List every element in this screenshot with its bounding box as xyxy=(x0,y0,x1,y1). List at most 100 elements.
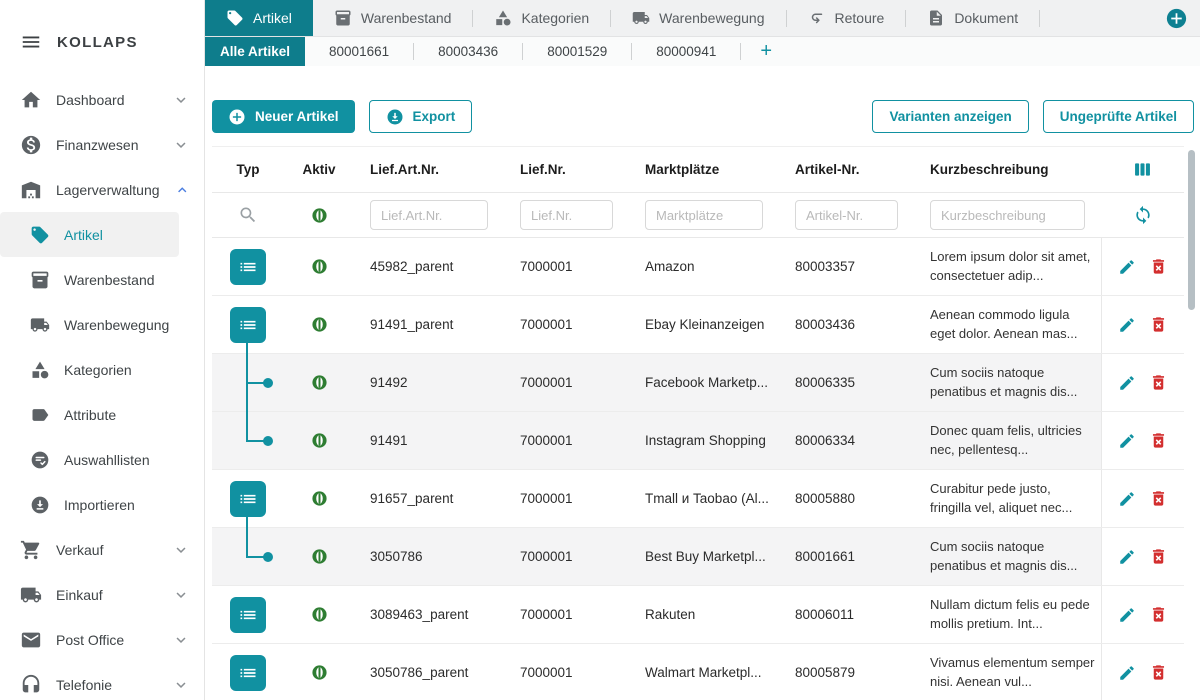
tab-warenbestand[interactable]: Warenbestand xyxy=(313,0,473,36)
article-tab-80001661[interactable]: 80001661 xyxy=(305,37,413,66)
aktiv-status-icon[interactable] xyxy=(311,606,328,623)
filter-input-lief-art-nr[interactable] xyxy=(370,200,488,230)
edit-button[interactable] xyxy=(1118,316,1136,334)
aktiv-status-icon[interactable] xyxy=(311,664,328,681)
column-header-actions xyxy=(1101,159,1184,180)
aktiv-status-icon[interactable] xyxy=(311,316,328,333)
unchecked-articles-button[interactable]: Ungeprüfte Artikel xyxy=(1043,100,1194,133)
article-tab-80001529[interactable]: 80001529 xyxy=(523,37,631,66)
article-tab-alle-artikel[interactable]: Alle Artikel xyxy=(205,37,305,66)
refresh-icon[interactable] xyxy=(1133,205,1153,225)
tree-node-dot xyxy=(263,436,273,446)
add-tab-button[interactable] xyxy=(1166,8,1187,29)
tree-node-dot xyxy=(263,378,273,388)
warehouse-icon xyxy=(20,179,42,201)
delete-button[interactable] xyxy=(1149,605,1168,624)
edit-button[interactable] xyxy=(1118,606,1136,624)
column-header-typ: Typ xyxy=(212,162,284,177)
row-artikel-nr: 80003357 xyxy=(779,259,914,274)
row-type-button[interactable] xyxy=(230,307,266,343)
sidebar-item-warenbestand[interactable]: Warenbestand xyxy=(0,257,204,302)
edit-button[interactable] xyxy=(1118,548,1136,566)
sidebar-item-telefonie[interactable]: Telefonie xyxy=(0,662,204,700)
add-article-tab-button[interactable]: + xyxy=(741,37,791,66)
aktiv-status-icon[interactable] xyxy=(311,548,328,565)
delete-button[interactable] xyxy=(1149,431,1168,450)
aktiv-status-icon[interactable] xyxy=(311,490,328,507)
filter-input-kurzbeschreibung[interactable] xyxy=(930,200,1085,230)
delete-button[interactable] xyxy=(1149,257,1168,276)
edit-button[interactable] xyxy=(1118,664,1136,682)
column-header-marktpl-tze: Marktplätze xyxy=(629,162,779,177)
edit-button[interactable] xyxy=(1118,374,1136,392)
tab-warenbewegung[interactable]: Warenbewegung xyxy=(611,0,785,36)
sidebar-item-einkauf[interactable]: Einkauf xyxy=(0,572,204,617)
sidebar-item-dashboard[interactable]: Dashboard xyxy=(0,77,204,122)
sidebar-item-importieren[interactable]: Importieren xyxy=(0,482,204,527)
show-variants-button[interactable]: Varianten anzeigen xyxy=(872,100,1028,133)
menu-icon[interactable] xyxy=(20,31,42,53)
edit-button[interactable] xyxy=(1118,258,1136,276)
new-article-button[interactable]: Neuer Artikel xyxy=(212,100,355,133)
aktiv-status-icon[interactable] xyxy=(311,374,328,391)
row-kurzbeschreibung: Lorem ipsum dolor sit amet, consectetuer… xyxy=(914,248,1101,284)
tab-retoure[interactable]: Retoure xyxy=(787,0,906,36)
tab-artikel[interactable]: Artikel xyxy=(205,0,313,36)
sidebar-item-finanzwesen[interactable]: Finanzwesen xyxy=(0,122,204,167)
delete-button[interactable] xyxy=(1149,547,1168,566)
table-filter-row xyxy=(212,193,1184,238)
delete-button[interactable] xyxy=(1149,489,1168,508)
export-button[interactable]: Export xyxy=(369,100,473,133)
sidebar-item-lagerverwaltung[interactable]: Lagerverwaltung xyxy=(0,167,204,212)
row-type-button[interactable] xyxy=(230,655,266,691)
edit-button[interactable] xyxy=(1118,432,1136,450)
aktiv-status-icon[interactable] xyxy=(311,432,328,449)
article-tab-80000941[interactable]: 80000941 xyxy=(632,37,740,66)
row-type-cell xyxy=(212,470,284,527)
article-tab-80003436[interactable]: 80003436 xyxy=(414,37,522,66)
row-type-cell xyxy=(212,412,284,469)
tree-line xyxy=(246,528,248,557)
filter-input-lief-nr[interactable] xyxy=(520,200,613,230)
article-tab-label: 80001661 xyxy=(329,44,389,59)
row-type-button[interactable] xyxy=(230,481,266,517)
tab-dokument[interactable]: Dokument xyxy=(906,0,1039,36)
delete-button[interactable] xyxy=(1149,315,1168,334)
edit-button[interactable] xyxy=(1118,490,1136,508)
row-artikel-nr: 80005880 xyxy=(779,491,914,506)
sidebar-item-label: Post Office xyxy=(56,632,124,648)
sidebar-item-artikel[interactable]: Artikel xyxy=(0,212,179,257)
delete-button[interactable] xyxy=(1149,373,1168,392)
row-aktiv-cell xyxy=(284,606,354,623)
unchecked-articles-label: Ungeprüfte Artikel xyxy=(1060,109,1177,124)
filter-aktiv-cell[interactable] xyxy=(284,207,354,224)
sidebar-item-attribute[interactable]: Attribute xyxy=(0,392,204,437)
row-lief-nr: 7000001 xyxy=(504,317,629,332)
tab-kategorien[interactable]: Kategorien xyxy=(473,0,610,36)
filter-typ-cell xyxy=(212,205,284,225)
sidebar-item-post-office[interactable]: Post Office xyxy=(0,617,204,662)
row-type-button[interactable] xyxy=(230,249,266,285)
filter-input-artikel-nr[interactable] xyxy=(795,200,898,230)
delete-button[interactable] xyxy=(1149,663,1168,682)
sidebar-item-warenbewegung[interactable]: Warenbewegung xyxy=(0,302,204,347)
chevron-up-icon xyxy=(174,181,190,199)
sidebar-sublist-lagerverwaltung: ArtikelWarenbestandWarenbewegungKategori… xyxy=(0,212,204,527)
sidebar-item-verkauf[interactable]: Verkauf xyxy=(0,527,204,572)
sidebar-item-auswahllisten[interactable]: Auswahllisten xyxy=(0,437,204,482)
column-settings-icon[interactable] xyxy=(1132,159,1153,180)
row-lief-art-nr: 3089463_parent xyxy=(354,607,504,622)
vertical-scrollbar[interactable] xyxy=(1188,150,1195,310)
sidebar-item-kategorien[interactable]: Kategorien xyxy=(0,347,204,392)
show-variants-label: Varianten anzeigen xyxy=(889,109,1011,124)
list-icon xyxy=(238,489,258,509)
headset-icon xyxy=(20,674,42,696)
main-area: ArtikelWarenbestandKategorienWarenbewegu… xyxy=(205,0,1200,700)
tab-label: Retoure xyxy=(835,10,885,26)
aktiv-status-icon[interactable] xyxy=(311,258,328,275)
aktiv-filter-icon[interactable] xyxy=(311,207,328,224)
row-type-button[interactable] xyxy=(230,597,266,633)
filter-input-marktpl-tze[interactable] xyxy=(645,200,763,230)
row-aktiv-cell xyxy=(284,432,354,449)
row-artikel-nr: 80003436 xyxy=(779,317,914,332)
